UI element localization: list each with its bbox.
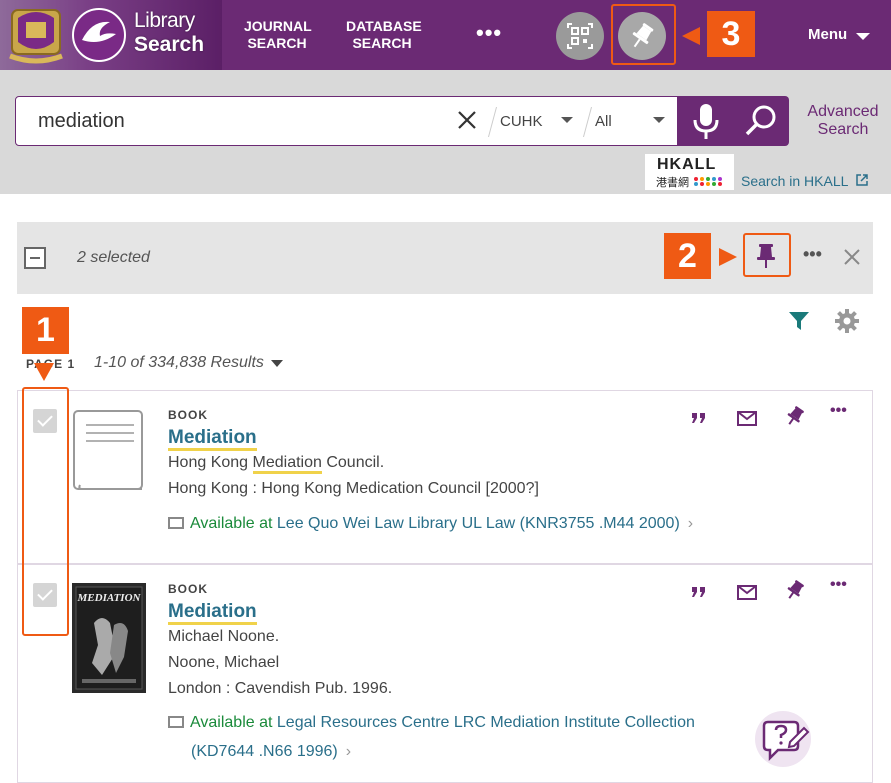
result-more-button[interactable]: ••• [830,402,847,420]
availability-link[interactable]: Available at Lee Quo Wei Law Library UL … [168,515,693,533]
resource-type: BOOK [168,582,208,596]
search-input[interactable]: mediation [38,110,125,133]
gear-icon[interactable] [834,308,860,334]
email-icon[interactable] [736,581,758,603]
result-publication: Hong Kong : Hong Kong Medication Council… [168,480,539,497]
logo-line2: Search [134,33,205,56]
result-item[interactable]: BOOK Mediation Hong Kong Mediation Counc… [17,390,873,564]
logo-line1: Library [134,9,195,32]
hkall-dots-icon [694,177,722,186]
nav-journal-search[interactable]: JOURNAL SEARCH [244,18,312,52]
menu-caret-icon [856,33,870,40]
external-link-icon [856,174,868,186]
annotation-badge-1: 1 [22,307,69,354]
result-title[interactable]: Mediation [168,602,257,625]
deselect-all-checkbox[interactable] [24,247,46,269]
search-in-hkall-link[interactable]: Search in HKALL [741,173,869,189]
annotation-arrow-left-icon [682,27,700,45]
microphone-icon [693,104,719,139]
voice-search-button[interactable] [678,96,734,146]
result-publication: London : Cavendish Pub. 1996. [168,680,393,697]
citation-icon[interactable] [688,407,710,429]
results-caret-icon[interactable] [271,360,283,367]
scope-caret-icon [561,117,573,123]
library-swirl-icon [72,8,126,62]
annotation-highlight-1 [22,387,69,636]
resource-type: BOOK [168,408,208,422]
annotation-badge-2: 2 [664,233,711,279]
top-bar: Library Search JOURNAL SEARCH DATABASE S… [0,0,891,70]
clear-search-icon[interactable] [456,109,478,131]
availability-link[interactable]: Available at Legal Resources Centre LRC … [168,714,695,732]
search-icon [745,105,776,136]
pin-icon[interactable] [784,579,806,601]
divider [582,107,593,137]
menu-button[interactable]: Menu [808,26,847,43]
selected-count: 2 selected [77,249,150,266]
citation-icon[interactable] [688,581,710,603]
ask-librarian-icon[interactable] [752,708,814,770]
availability-callnumber[interactable]: (KD7644 .N66 1996) › [191,743,351,761]
nav-database-search[interactable]: DATABASE SEARCH [346,18,422,52]
hkall-logo[interactable]: HKALL 港書網 [645,154,734,190]
annotation-arrow-down-icon [34,363,54,381]
result-contributor: Noone, Michael [168,654,280,671]
close-selection-icon[interactable] [843,248,861,266]
book-cover-icon [73,410,143,490]
book-icon [168,716,184,728]
scope-select-all[interactable]: All [595,113,612,130]
qr-code-icon [567,23,593,49]
annotation-arrow-right-icon [719,248,737,266]
qr-code-button[interactable] [556,12,604,60]
chevron-right-icon: › [345,743,352,760]
annotation-badge-3: 3 [707,11,755,57]
advanced-search-link[interactable]: Advanced Search [800,103,886,139]
book-cover-title: MEDIATION [77,592,141,604]
result-author: Hong Kong Mediation Council. [168,454,384,474]
pin-icon[interactable] [784,405,806,427]
results-count[interactable]: 1-10 of 334,838 Results [94,354,264,372]
library-search-logo[interactable]: Library Search [0,0,222,70]
divider [487,107,498,137]
annotation-highlight-3 [611,4,676,65]
result-more-button[interactable]: ••• [830,576,847,594]
chevron-right-icon: › [687,515,694,532]
email-icon[interactable] [736,407,758,429]
cuhk-crest-icon [9,9,63,64]
selection-more-button[interactable]: ••• [803,244,822,265]
result-author: Michael Noone. [168,628,280,645]
search-bar: mediation CUHK All [15,96,678,146]
result-title[interactable]: Mediation [168,428,257,451]
nav-more-button[interactable]: ••• [476,20,502,46]
result-item[interactable]: MEDIATION BOOK Mediation Michael Noone. … [17,564,873,783]
scope-select-cuhk[interactable]: CUHK [500,113,543,130]
search-submit-button[interactable] [734,96,789,146]
filter-icon[interactable] [788,310,810,332]
book-icon [168,517,184,529]
annotation-highlight-2 [743,233,791,277]
scope-caret-icon [653,117,665,123]
